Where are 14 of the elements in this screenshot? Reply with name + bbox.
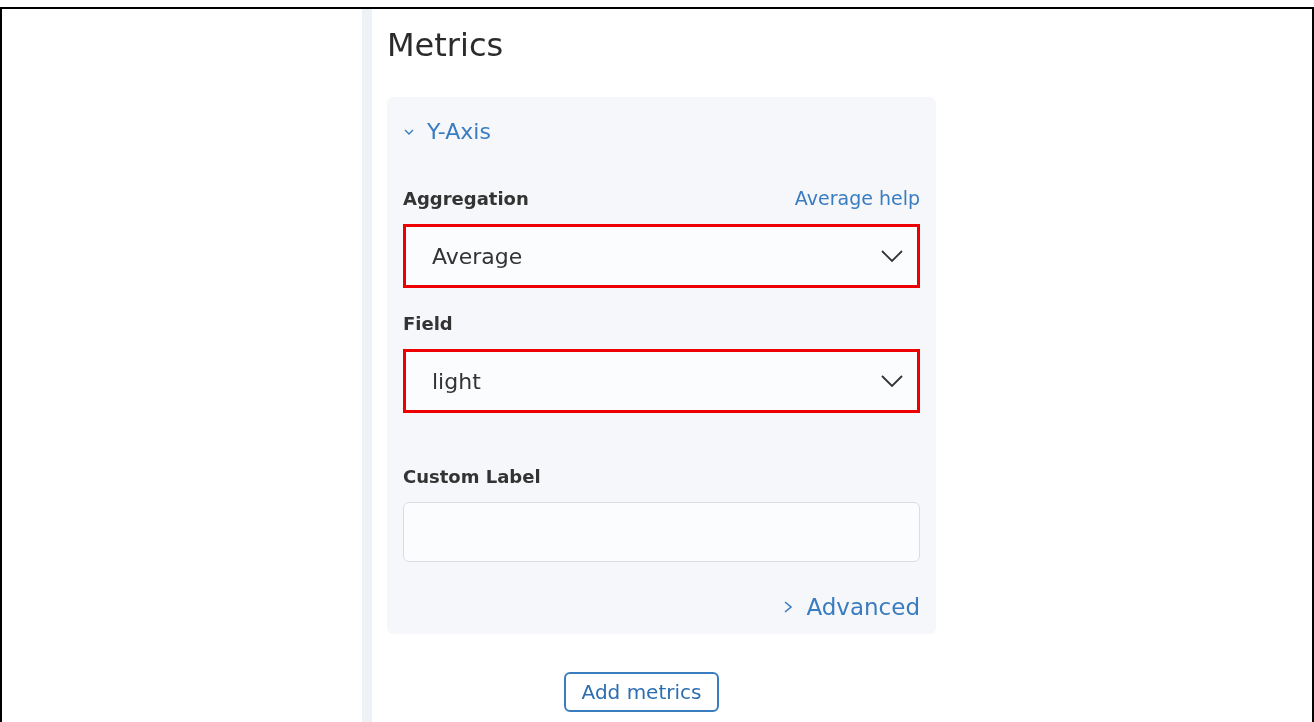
add-metrics-button[interactable]: Add metrics	[563, 672, 720, 712]
input-field[interactable]	[403, 502, 920, 562]
field-label: Aggregation	[403, 188, 529, 209]
advanced-toggle[interactable]: Advanced	[782, 594, 920, 620]
select-field[interactable]: light	[403, 349, 920, 413]
help-link[interactable]: Average help	[794, 187, 920, 209]
caret-icon	[881, 375, 903, 387]
select-field[interactable]: Average	[403, 224, 920, 288]
field-label: Field	[403, 313, 453, 334]
field-label: Custom Label	[403, 466, 541, 487]
chevron-icon	[782, 599, 795, 615]
caret-icon	[881, 250, 903, 262]
panel-title: Metrics	[387, 25, 505, 65]
accordion-toggle[interactable]: Y-Axis	[403, 119, 491, 144]
